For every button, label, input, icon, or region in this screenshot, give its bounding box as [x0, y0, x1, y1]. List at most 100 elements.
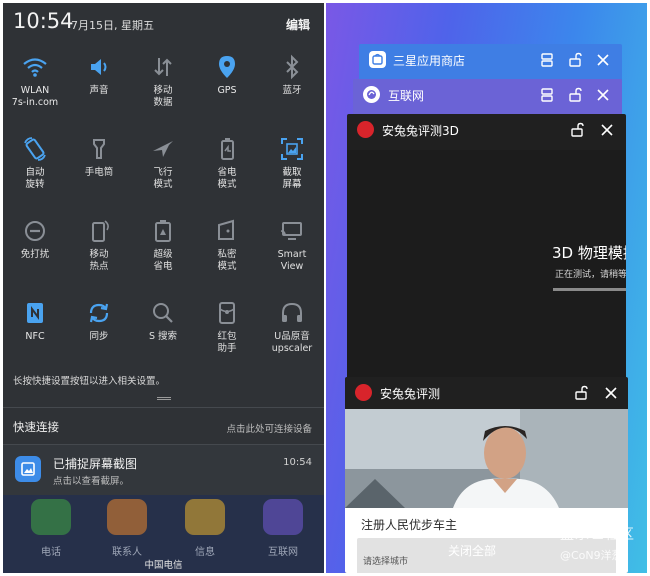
antutu-icon	[357, 121, 374, 138]
quick-toggle-sublabel: View	[280, 261, 304, 272]
watermark: 盖乐世社区	[560, 527, 635, 543]
screenshot-notification[interactable]: 已捕捉屏幕截图 点击以查看截屏。 10:54	[3, 445, 324, 495]
lock-icon[interactable]	[565, 85, 585, 105]
quick-toggle-search[interactable]: S 搜索	[131, 289, 195, 371]
quick-toggle-red-packet[interactable]: 红包 助手	[195, 289, 259, 371]
test-status: 正在测试，请稍等	[555, 270, 626, 280]
notification-time: 10:54	[283, 457, 312, 468]
quick-toggle-sublabel: 模式	[153, 179, 173, 190]
quick-toggle-hotspot[interactable]: 移动 热点	[67, 207, 131, 289]
power-saving-icon	[213, 135, 241, 163]
recent-apps-panel: 三星应用商店 互联网 安兔兔评测3D 3D 物理模 正在测试，请稍等 安兔兔评测…	[326, 3, 647, 573]
quick-toggle-sublabel: 数据	[153, 97, 173, 108]
antutu-icon	[355, 384, 372, 401]
quick-toggle-sublabel: upscaler	[271, 343, 313, 354]
card-header: 三星应用商店	[359, 44, 622, 75]
notification-panel: 10:54 7月15日, 星期五 编辑 WLAN 7s-in.com 声音 移动 数据 G…	[3, 3, 324, 573]
quick-toggle-label: 红包	[217, 331, 237, 342]
quick-toggle-label: Smart	[277, 249, 307, 260]
card-header: 安兔兔评测	[345, 377, 628, 408]
edit-button[interactable]: 编辑	[286, 16, 310, 33]
quick-toggle-mobile-data[interactable]: 移动 数据	[131, 43, 195, 125]
quick-toggle-gps[interactable]: GPS	[195, 43, 259, 125]
nfc-icon	[21, 299, 49, 327]
sound-icon	[85, 53, 113, 81]
auto-rotate-icon	[21, 135, 49, 163]
dock-app-contacts[interactable]: 联系人	[95, 499, 159, 558]
card-title: 安兔兔评测3D	[382, 124, 459, 138]
quick-toggle-power-saving[interactable]: 省电 模式	[195, 125, 259, 207]
lock-icon[interactable]	[571, 383, 591, 403]
quick-toggle-label: 蓝牙	[282, 85, 302, 96]
dock-app-label: 电话	[41, 547, 61, 558]
quick-toggle-label: 移动	[153, 85, 173, 96]
dock-app-internet[interactable]: 互联网	[251, 499, 315, 558]
split-screen-icon[interactable]	[537, 85, 557, 105]
screenshot-root: 10:54 7月15日, 星期五 编辑 WLAN 7s-in.com 声音 移动 数据 G…	[0, 0, 650, 576]
card-title: 互联网	[388, 89, 425, 103]
watermark-author: @CoN9洋葱	[560, 549, 623, 562]
driver-photo	[345, 409, 628, 508]
recent-card-internet[interactable]: 互联网	[353, 79, 622, 119]
quick-toggle-label: 私密	[217, 249, 237, 260]
quick-toggle-sync[interactable]: 同步	[67, 289, 131, 371]
quick-toggle-sublabel: 热点	[89, 261, 109, 272]
recent-card-antutu-3d[interactable]: 安兔兔评测3D 3D 物理模拟 正在测试，请稍等	[347, 114, 626, 390]
dock-app-phone[interactable]: 电话	[19, 499, 83, 558]
private-mode-icon	[213, 217, 241, 245]
status-header: 10:54 7月15日, 星期五 编辑	[3, 3, 324, 39]
quick-toggle-ultra-power-saving[interactable]: 超级 省电	[131, 207, 195, 289]
close-all-button[interactable]: 关闭全部	[448, 542, 496, 559]
card-header: 互联网	[353, 79, 622, 110]
date: 7月15日, 星期五	[71, 19, 154, 32]
split-screen-icon[interactable]	[537, 50, 557, 70]
close-icon[interactable]	[593, 85, 613, 105]
quick-toggle-do-not-disturb[interactable]: 免打扰	[3, 207, 67, 289]
quick-toggle-headphones[interactable]: U品原音 upscaler	[260, 289, 324, 371]
quick-toggle-flashlight[interactable]: 手电筒	[67, 125, 131, 207]
quick-toggle-label: 免打扰	[20, 249, 50, 260]
recent-card-galaxy-apps[interactable]: 三星应用商店	[359, 44, 622, 84]
quick-toggle-label: WLAN	[20, 85, 50, 96]
quick-toggle-auto-rotate[interactable]: 自动 旋转	[3, 125, 67, 207]
close-icon[interactable]	[597, 120, 617, 140]
quick-connect-title[interactable]: 快速连接	[13, 419, 59, 435]
quick-toggle-screenshot[interactable]: 截取 屏幕	[260, 125, 324, 207]
test-title: 3D 物理模拟	[552, 244, 626, 262]
quick-toggle-sublabel: 旋转	[25, 179, 45, 190]
headphones-icon	[278, 299, 306, 327]
antutu-3d-preview: 3D 物理模拟 正在测试，请稍等	[347, 150, 626, 390]
quick-toggle-label: 手电筒	[84, 167, 114, 178]
quick-toggle-sublabel: 模式	[217, 179, 237, 190]
airplane-icon	[149, 135, 177, 163]
close-icon[interactable]	[601, 383, 621, 403]
quick-toggle-private-mode[interactable]: 私密 模式	[195, 207, 259, 289]
quick-toggle-airplane[interactable]: 飞行 模式	[131, 125, 195, 207]
screenshot-icon	[278, 135, 306, 163]
quick-toggle-label: NFC	[25, 331, 45, 342]
quick-toggle-nfc[interactable]: NFC	[3, 289, 67, 371]
clock: 10:54	[13, 9, 74, 33]
bluetooth-icon	[278, 53, 306, 81]
drag-handle[interactable]	[157, 397, 171, 400]
quick-toggle-sublabel: 省电	[153, 261, 173, 272]
screenshot-gallery-icon	[15, 456, 41, 482]
quick-toggle-label: U品原音	[274, 331, 310, 342]
quick-toggle-sound[interactable]: 声音	[67, 43, 131, 125]
quick-connect-hint[interactable]: 点击此处可连接设备	[226, 421, 312, 435]
quick-toggle-wifi[interactable]: WLAN 7s-in.com	[3, 43, 67, 125]
close-icon[interactable]	[593, 50, 613, 70]
divider	[3, 407, 324, 408]
home-screen-dock: 电话 联系人 信息 互联网 中国电信	[3, 495, 324, 573]
quick-toggle-label: 截取	[282, 167, 302, 178]
galaxy-apps-icon	[369, 51, 386, 68]
quick-toggle-bluetooth[interactable]: 蓝牙	[260, 43, 324, 125]
dock-app-messages[interactable]: 信息	[173, 499, 237, 558]
lock-icon[interactable]	[565, 50, 585, 70]
quick-toggle-label: 省电	[217, 167, 237, 178]
quick-toggle-label: 声音	[89, 85, 109, 96]
mobile-data-icon	[149, 53, 177, 81]
quick-toggle-smart-view[interactable]: Smart View	[260, 207, 324, 289]
internet-icon	[363, 86, 380, 103]
lock-icon[interactable]	[567, 120, 587, 140]
